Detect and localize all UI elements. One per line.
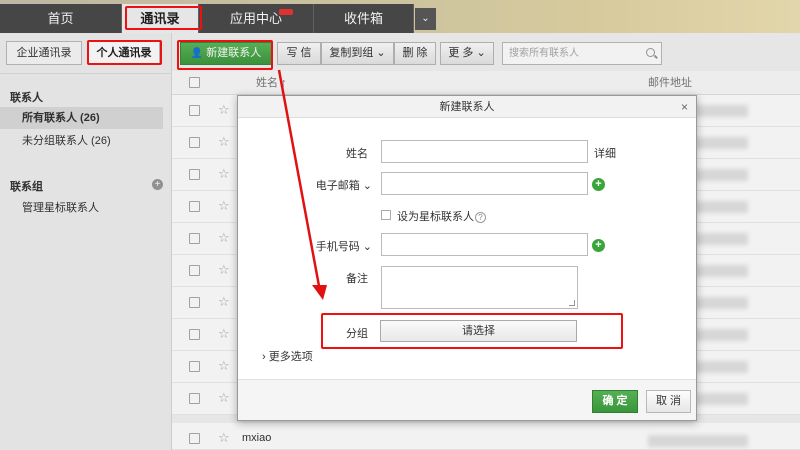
close-icon[interactable]: ×	[681, 96, 688, 118]
highlight-new-contact	[177, 40, 273, 70]
star-contact-text: 设为星标联系人	[397, 211, 474, 223]
confirm-button[interactable]: 确 定	[592, 390, 638, 413]
phone-field[interactable]	[381, 233, 588, 256]
new-contact-dialog: 新建联系人 × 姓名 详细 电子邮箱 ⌄ + 设为星标联系人? 手机号码 ⌄ +…	[237, 95, 697, 421]
add-phone-icon[interactable]: +	[592, 239, 605, 252]
dialog-header: 新建联系人 ×	[238, 96, 696, 118]
star-contact-label: 设为星标联系人?	[397, 208, 486, 224]
resize-grip-icon[interactable]	[569, 300, 575, 306]
add-email-icon[interactable]: +	[592, 178, 605, 191]
name-label: 姓名	[346, 148, 368, 160]
star-contact-checkbox[interactable]	[381, 210, 391, 220]
email-field[interactable]	[381, 172, 588, 195]
more-options-link[interactable]: › 更多选项	[262, 348, 313, 364]
highlight-group-row	[321, 313, 623, 349]
dialog-title: 新建联系人	[439, 101, 495, 113]
help-icon[interactable]: ?	[475, 212, 486, 223]
detail-link[interactable]: 详细	[594, 145, 616, 161]
cancel-button[interactable]: 取 消	[646, 390, 691, 413]
name-field[interactable]	[381, 140, 588, 163]
highlight-personal-contacts	[87, 40, 162, 65]
highlight-contacts-tab	[125, 6, 202, 30]
email-label[interactable]: 电子邮箱 ⌄	[314, 177, 372, 193]
dialog-footer: 确 定 取 消	[238, 379, 696, 420]
remark-label: 备注	[346, 273, 368, 285]
phone-label[interactable]: 手机号码 ⌄	[314, 238, 372, 254]
remark-textarea[interactable]	[381, 266, 578, 309]
